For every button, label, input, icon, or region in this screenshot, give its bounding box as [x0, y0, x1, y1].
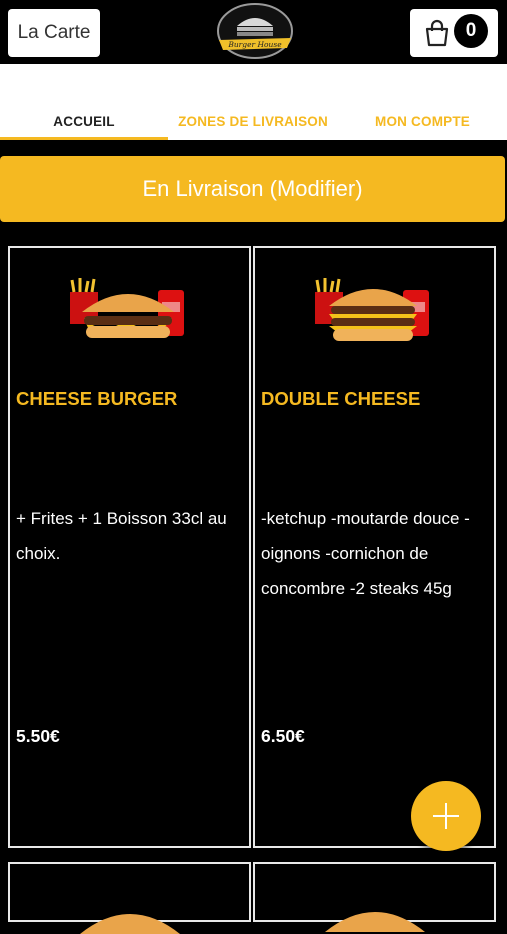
tab-accueil[interactable]: ACCUEIL	[0, 114, 168, 138]
product-image	[80, 914, 180, 934]
product-card[interactable]	[253, 862, 496, 932]
product-card[interactable]	[8, 862, 251, 934]
cheese-burger-image	[70, 278, 184, 338]
tab-mon-compte[interactable]: MON COMPTE	[338, 114, 507, 138]
product-price: 6.50€	[261, 726, 305, 746]
main-nav: ACCUEIL ZONES DE LIVRAISON MON COMPTE	[0, 64, 507, 140]
top-bar: La Carte Burger House 0	[0, 0, 507, 64]
product-name: DOUBLE CHEESE	[261, 388, 421, 409]
product-description: -ketchup -moutarde douce -oignons -corni…	[261, 509, 470, 598]
plus-icon	[433, 803, 459, 829]
tab-zones-de-livraison[interactable]: ZONES DE LIVRAISON	[168, 114, 338, 138]
double-cheese-image	[315, 278, 429, 341]
product-description: + Frites + 1 Boisson 33cl au choix.	[16, 509, 227, 563]
delivery-mode-button[interactable]: En Livraison (Modifier)	[0, 156, 505, 222]
cart-count-badge: 0	[454, 14, 488, 48]
product-card[interactable]: DOUBLE CHEESE -ketchup -moutarde douce -…	[253, 246, 496, 848]
product-image	[325, 912, 425, 932]
brand-logo[interactable]: Burger House	[215, 2, 295, 64]
shopping-bag-icon	[425, 19, 449, 47]
product-card[interactable]: CHEESE BURGER + Frites + 1 Boisson 33cl …	[8, 246, 251, 848]
logo-wordmark: Burger House	[227, 40, 282, 49]
add-button[interactable]	[411, 781, 481, 851]
product-name: CHEESE BURGER	[16, 388, 178, 409]
product-price: 5.50€	[16, 726, 60, 746]
cart-button[interactable]: 0	[410, 9, 498, 57]
active-tab-indicator	[0, 137, 168, 140]
menu-button[interactable]: La Carte	[8, 9, 100, 57]
